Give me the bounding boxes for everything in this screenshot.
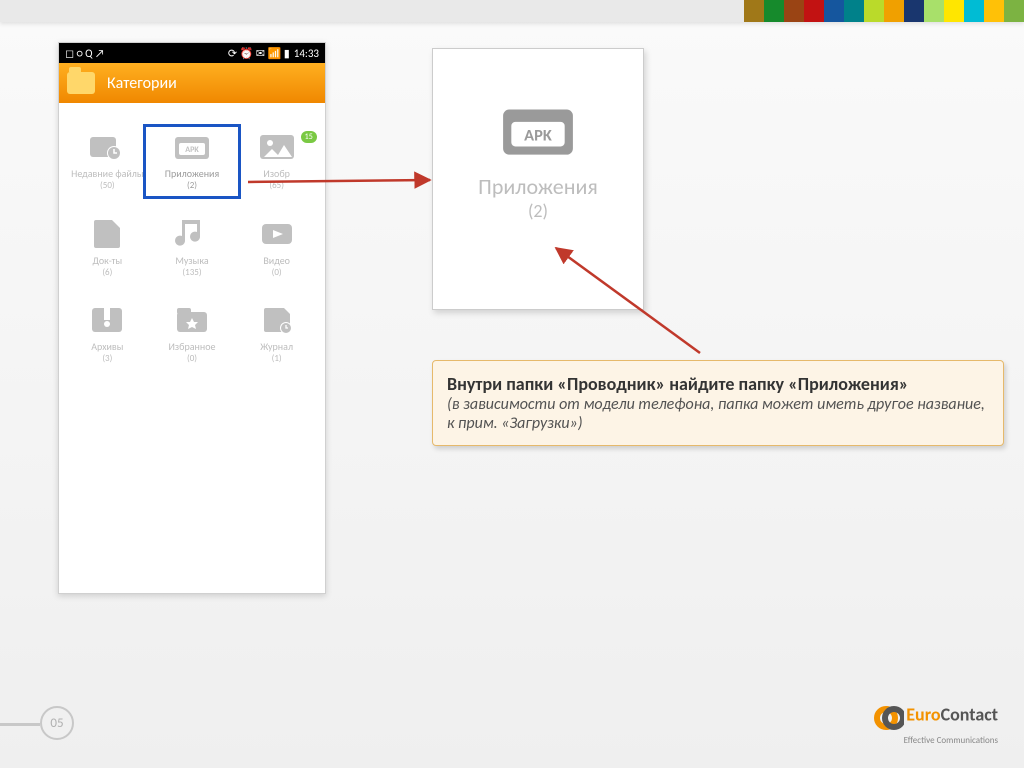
appbar-title: Категории bbox=[107, 74, 177, 93]
folder-icon bbox=[67, 72, 95, 94]
status-bar: ◻ ○ Q ↗ ⟳ ⏰ ✉ 📶 ▮ 14:33 bbox=[59, 43, 325, 63]
category-label: Избранное bbox=[150, 340, 235, 353]
ribbon-stripe bbox=[784, 0, 804, 22]
ribbon-stripe bbox=[804, 0, 824, 22]
zoom-tile: APK Приложения (2) bbox=[432, 48, 644, 310]
badge: 15 bbox=[301, 131, 317, 143]
fav-icon bbox=[173, 304, 211, 334]
brand-tagline: Effective Communications bbox=[904, 735, 998, 746]
ribbon-stripe bbox=[764, 0, 784, 22]
brand-part2: Contact bbox=[941, 704, 998, 726]
apk-icon: APK bbox=[499, 97, 577, 159]
category-doc[interactable]: Док-ты(6) bbox=[65, 218, 150, 279]
category-count: (6) bbox=[65, 267, 150, 279]
ribbon-stripe bbox=[944, 0, 964, 22]
zoom-tile-count: (2) bbox=[433, 200, 643, 222]
category-grid: Недавние файлы(50) APK Приложения(2) 15 Изоб… bbox=[59, 103, 325, 393]
category-music[interactable]: Музыка(135) bbox=[150, 218, 235, 279]
ribbon-stripe bbox=[984, 0, 1004, 22]
ribbon-stripe bbox=[964, 0, 984, 22]
callout-sub: (в зависимости от модели телефона, папка… bbox=[447, 395, 989, 433]
ribbon-stripe bbox=[744, 0, 764, 22]
zoom-tile-label: Приложения bbox=[433, 173, 643, 200]
category-label: Архивы bbox=[65, 340, 150, 353]
phone-mock: ◻ ○ Q ↗ ⟳ ⏰ ✉ 📶 ▮ 14:33 Категории Недавн… bbox=[58, 42, 326, 594]
ribbon-stripe bbox=[884, 0, 904, 22]
video-icon bbox=[258, 218, 296, 248]
category-label: Изобр bbox=[234, 167, 319, 180]
category-count: (3) bbox=[65, 353, 150, 365]
category-count: (0) bbox=[234, 267, 319, 279]
doc-icon bbox=[88, 218, 126, 248]
category-count: (135) bbox=[150, 267, 235, 279]
category-label: Журнал bbox=[234, 340, 319, 353]
category-image[interactable]: 15 Изобр(65) bbox=[234, 131, 319, 192]
journal-icon bbox=[258, 304, 296, 334]
category-label: Док-ты bbox=[65, 254, 150, 267]
ribbon-stripe bbox=[824, 0, 844, 22]
status-right-icons: ⟳ ⏰ ✉ 📶 ▮ bbox=[228, 47, 290, 60]
category-fav[interactable]: Избранное(0) bbox=[150, 304, 235, 365]
category-count: (1) bbox=[234, 353, 319, 365]
ribbon-stripe bbox=[844, 0, 864, 22]
category-label: Приложения bbox=[150, 167, 235, 180]
brand-part1: Euro bbox=[906, 704, 940, 726]
category-label: Видео bbox=[234, 254, 319, 267]
ribbon-stripe bbox=[1004, 0, 1024, 22]
svg-text:APK: APK bbox=[185, 145, 199, 155]
category-journal[interactable]: Журнал(1) bbox=[234, 304, 319, 365]
svg-text:APK: APK bbox=[524, 125, 552, 145]
image-icon bbox=[258, 131, 296, 161]
category-video[interactable]: Видео(0) bbox=[234, 218, 319, 279]
category-count: (50) bbox=[65, 180, 150, 192]
category-count: (2) bbox=[150, 180, 235, 192]
category-count: (65) bbox=[234, 180, 319, 192]
status-left-icons: ◻ ○ Q ↗ bbox=[65, 47, 105, 60]
callout-main: Внутри папки «Проводник» найдите папку «… bbox=[447, 373, 989, 395]
category-count: (0) bbox=[150, 353, 235, 365]
category-label: Музыка bbox=[150, 254, 235, 267]
ribbon-stripe bbox=[924, 0, 944, 22]
top-ribbon bbox=[0, 0, 1024, 22]
app-bar: Категории bbox=[59, 63, 325, 103]
brand-logo: EuroContact Effective Communications bbox=[874, 703, 998, 746]
category-apk[interactable]: APK Приложения(2) bbox=[150, 131, 235, 192]
ribbon-stripe bbox=[864, 0, 884, 22]
archive-icon bbox=[88, 304, 126, 334]
instruction-callout: Внутри папки «Проводник» найдите папку «… bbox=[432, 360, 1004, 446]
ribbon-stripe bbox=[904, 0, 924, 22]
status-time: 14:33 bbox=[294, 47, 319, 60]
apk-icon: APK bbox=[173, 131, 211, 161]
music-icon bbox=[173, 218, 211, 248]
category-label: Недавние файлы bbox=[65, 167, 150, 180]
page-number: 05 bbox=[40, 706, 74, 740]
brand-mark-icon bbox=[874, 703, 904, 733]
category-archive[interactable]: Архивы(3) bbox=[65, 304, 150, 365]
category-recent[interactable]: Недавние файлы(50) bbox=[65, 131, 150, 192]
recent-icon bbox=[88, 131, 126, 161]
